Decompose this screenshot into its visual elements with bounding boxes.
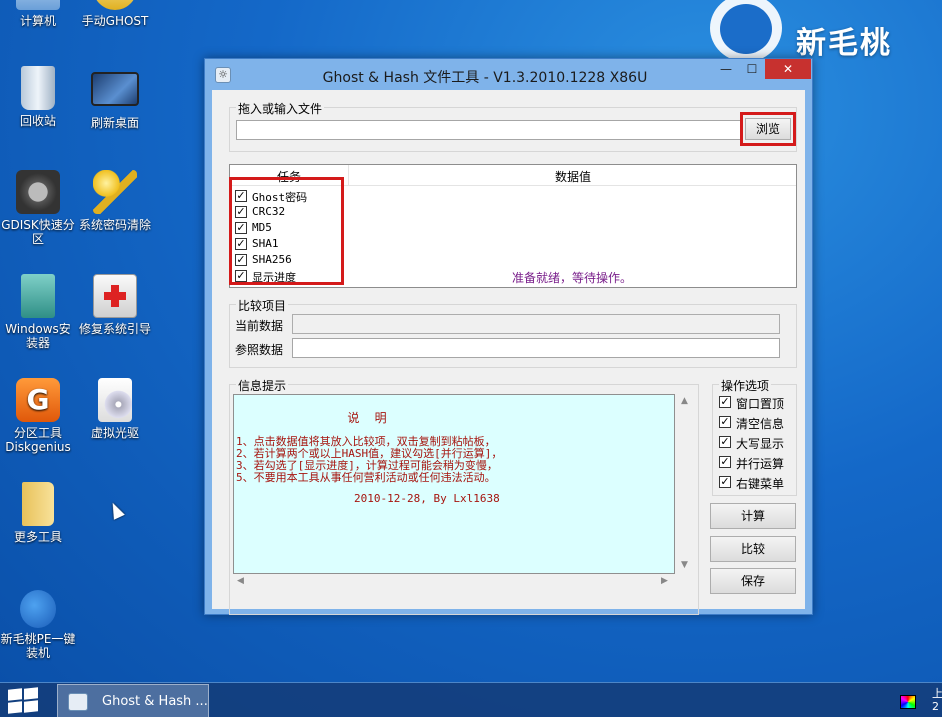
tasks-highlight-box: [229, 177, 344, 285]
windows-installer-icon: [21, 274, 55, 318]
info-group-label: 信息提示: [236, 377, 289, 394]
info-horizontal-scrollbar[interactable]: ◀ ▶: [233, 574, 675, 590]
windows-logo-icon: [8, 688, 22, 701]
windows-logo-icon: [24, 687, 38, 700]
options-group-label: 操作选项: [719, 377, 772, 394]
desktop-icon-gdisk[interactable]: GDISK快速分区: [0, 170, 76, 246]
gdisk-gear-icon: [16, 170, 60, 214]
option-checkbox[interactable]: ✓: [719, 456, 731, 468]
desktop-icon-label: 手动GHOST: [81, 14, 149, 28]
desktop-icon-label: 回收站: [19, 114, 56, 128]
desktop-icon-label: 计算机: [19, 14, 56, 28]
status-text[interactable]: 准备就绪，等待操作。: [512, 269, 632, 286]
option-label: 大写显示: [736, 437, 785, 451]
brand-text: 新毛桃: [796, 26, 892, 61]
peach-icon: [20, 590, 56, 628]
app-icon: [68, 693, 88, 711]
desktop-icon-diskgenius[interactable]: G 分区工具Diskgenius: [0, 378, 76, 454]
desktop-icon-refresh-desktop[interactable]: 刷新桌面: [77, 66, 153, 130]
compute-button[interactable]: 计算: [710, 503, 796, 529]
option-checkbox[interactable]: ✓: [719, 436, 731, 448]
desktop-icon-one-click-install[interactable]: 新毛桃PE一键装机: [0, 586, 76, 660]
key-icon: [93, 170, 137, 214]
desktop-icon-repair-boot[interactable]: 修复系统引导: [77, 274, 153, 336]
info-line: 5、不要用本工具从事任何营利活动或任何违法活动。: [236, 471, 496, 484]
computer-icon: [16, 0, 60, 10]
desktop-icon-label: GDISK快速分区: [1, 218, 75, 246]
option-label: 窗口置顶: [736, 397, 785, 411]
window-title: Ghost & Hash 文件工具 - V1.3.2010.1228 X86U: [322, 70, 648, 86]
desktop-icon-label: 刷新桌面: [90, 116, 139, 130]
info-signature: 2010-12-28, By Lxl1638: [354, 492, 500, 505]
reference-data-label: 参照数据: [235, 343, 284, 357]
desktop-icon-more-tools[interactable]: 更多工具: [0, 482, 76, 544]
desktop-icon-virtual-cd[interactable]: 虚拟光驱: [77, 378, 153, 440]
file-path-input[interactable]: [236, 120, 742, 140]
reference-data-field[interactable]: [292, 338, 780, 358]
desktop-icon-label: 分区工具Diskgenius: [5, 426, 71, 454]
taskbar-item-ghost-hash[interactable]: Ghost & Hash ...: [57, 684, 209, 717]
tray-display-icon[interactable]: [900, 695, 916, 709]
desktop-icon-label: Windows安装器: [5, 322, 71, 350]
close-button[interactable]: ✕: [765, 59, 811, 79]
desktop-icon-label: 系统密码清除: [78, 218, 151, 232]
clock-top: 上: [932, 687, 942, 700]
maximize-button[interactable]: ☐: [739, 59, 765, 79]
tray-clock[interactable]: 上 2: [932, 687, 942, 713]
browse-highlight-box: [740, 112, 796, 146]
ghost-icon: [93, 0, 137, 10]
folder-icon: [22, 482, 54, 526]
monitor-icon: [91, 72, 139, 106]
option-label: 右键菜单: [736, 477, 785, 491]
option-label: 清空信息: [736, 417, 785, 431]
table-header-value[interactable]: 数据值: [350, 168, 796, 185]
option-checkbox[interactable]: ✓: [719, 416, 731, 428]
save-button[interactable]: 保存: [710, 568, 796, 594]
title-bar[interactable]: ☼ Ghost & Hash 文件工具 - V1.3.2010.1228 X86…: [205, 59, 812, 91]
desktop-icon-recycle-bin[interactable]: 回收站: [0, 66, 76, 128]
info-vertical-scrollbar[interactable]: ▲ ▼: [677, 394, 693, 574]
virtual-cd-icon: [98, 378, 132, 422]
windows-logo-icon: [24, 700, 38, 713]
column-divider: [348, 165, 349, 186]
scroll-down-icon[interactable]: ▼: [681, 560, 688, 570]
windows-logo-icon: [8, 701, 22, 714]
scroll-right-icon[interactable]: ▶: [661, 576, 668, 586]
compare-button[interactable]: 比较: [710, 536, 796, 562]
desktop-icon-windows-installer[interactable]: Windows安装器: [0, 274, 76, 350]
scroll-up-icon[interactable]: ▲: [681, 396, 688, 406]
current-data-field[interactable]: [292, 314, 780, 334]
mouse-cursor-icon: [107, 500, 125, 520]
clock-bottom: 2: [932, 700, 939, 713]
desktop-icon-ghost[interactable]: 手动GHOST: [77, 0, 153, 28]
peach-logo-inner: [720, 4, 772, 54]
taskbar: Ghost & Hash ... 上 2: [0, 682, 942, 717]
desktop-icon-label: 虚拟光驱: [90, 426, 139, 440]
recycle-bin-icon: [21, 66, 55, 110]
ghost-hash-window[interactable]: ☼ Ghost & Hash 文件工具 - V1.3.2010.1228 X86…: [204, 58, 813, 615]
info-text-area[interactable]: 说 明 1、点击数据值将其放入比较项，双击复制到粘帖板， 2、若计算两个或以上H…: [233, 394, 675, 574]
first-aid-kit-icon: [93, 274, 137, 318]
window-client-area: 拖入或输入文件 浏览 任务 数据值 ✓ Ghost密码 ✓ CRC32 ✓ MD…: [212, 90, 805, 615]
desktop-icon-label: 修复系统引导: [78, 322, 151, 336]
desktop-icon-computer[interactable]: 计算机: [0, 0, 76, 28]
diskgenius-icon: G: [16, 378, 60, 422]
current-data-label: 当前数据: [235, 319, 284, 333]
taskbar-item-label: Ghost & Hash ...: [102, 694, 208, 709]
info-title: 说 明: [347, 411, 391, 425]
desktop-icon-label: 新毛桃PE一键装机: [0, 632, 76, 660]
brand-logo: 新毛桃: [706, 0, 942, 66]
option-label: 并行运算: [736, 457, 785, 471]
file-group-label: 拖入或输入文件: [236, 100, 325, 117]
option-checkbox[interactable]: ✓: [719, 396, 731, 408]
option-checkbox[interactable]: ✓: [719, 476, 731, 488]
desktop-icon-password-clear[interactable]: 系统密码清除: [77, 170, 153, 232]
scroll-left-icon[interactable]: ◀: [237, 576, 244, 586]
minimize-button[interactable]: —: [713, 59, 739, 79]
start-button[interactable]: [8, 687, 40, 714]
compare-group-label: 比较项目: [236, 297, 289, 314]
desktop-icon-label: 更多工具: [13, 530, 62, 544]
